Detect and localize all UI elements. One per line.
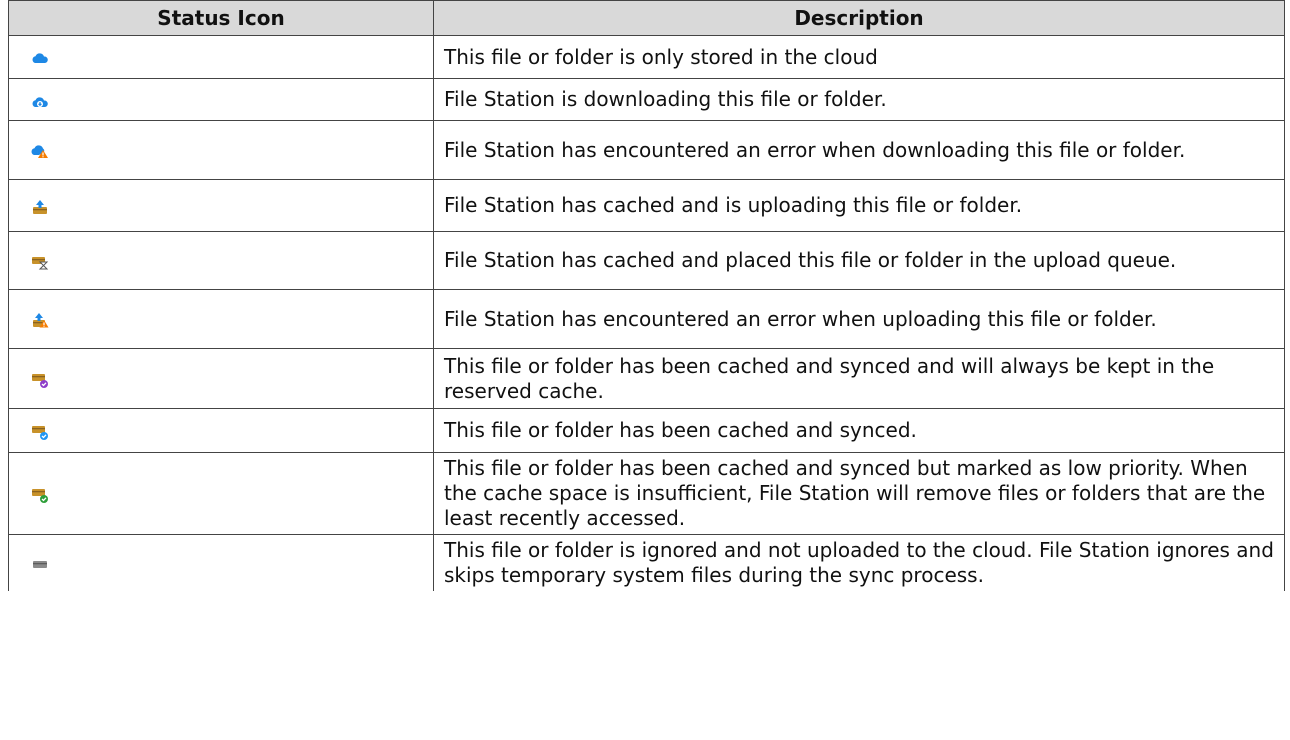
row-description: File Station has cached and placed this …: [433, 231, 1285, 290]
table-row: File Station has cached and is uploading…: [8, 179, 1285, 232]
cache-synced-low-priority-icon: [31, 486, 49, 504]
row-description: This file or folder has been cached and …: [433, 452, 1285, 535]
table-row: File Station is downloading this file or…: [8, 78, 1285, 121]
table-row: File Station has encountered an error wh…: [8, 289, 1285, 349]
table-row: This file or folder has been cached and …: [8, 408, 1285, 453]
cache-synced-reserved-icon: [31, 371, 49, 389]
header-status-icon: Status Icon: [8, 0, 434, 36]
table-row: File Station has encountered an error wh…: [8, 120, 1285, 180]
row-description: File Station has encountered an error wh…: [433, 120, 1285, 180]
cloud-only-icon: [31, 49, 49, 67]
row-description: This file or folder is only stored in th…: [433, 35, 1285, 79]
row-description: File Station is downloading this file or…: [433, 78, 1285, 121]
table-row: This file or folder has been cached and …: [8, 348, 1285, 409]
cache-uploading-icon: [31, 198, 49, 216]
row-description: This file or folder has been cached and …: [433, 408, 1285, 453]
table-header-row: Status Icon Description: [8, 0, 1285, 36]
cache-synced-icon: [31, 423, 49, 441]
cloud-download-error-icon: [31, 142, 49, 160]
header-description: Description: [433, 0, 1285, 36]
table-row: This file or folder is only stored in th…: [8, 35, 1285, 79]
row-description: This file or folder is ignored and not u…: [433, 534, 1285, 591]
cache-upload-error-icon: [31, 311, 49, 329]
table-row: This file or folder has been cached and …: [8, 452, 1285, 535]
row-description: File Station has encountered an error wh…: [433, 289, 1285, 349]
cache-upload-queue-icon: [31, 253, 49, 271]
row-description: This file or folder has been cached and …: [433, 348, 1285, 409]
status-icon-table: Status Icon Description This file or fol…: [8, 0, 1285, 591]
ignored-icon: [31, 555, 49, 573]
row-description: File Station has cached and is uploading…: [433, 179, 1285, 232]
cloud-downloading-icon: [31, 92, 49, 110]
table-row: This file or folder is ignored and not u…: [8, 534, 1285, 591]
table-row: File Station has cached and placed this …: [8, 231, 1285, 290]
